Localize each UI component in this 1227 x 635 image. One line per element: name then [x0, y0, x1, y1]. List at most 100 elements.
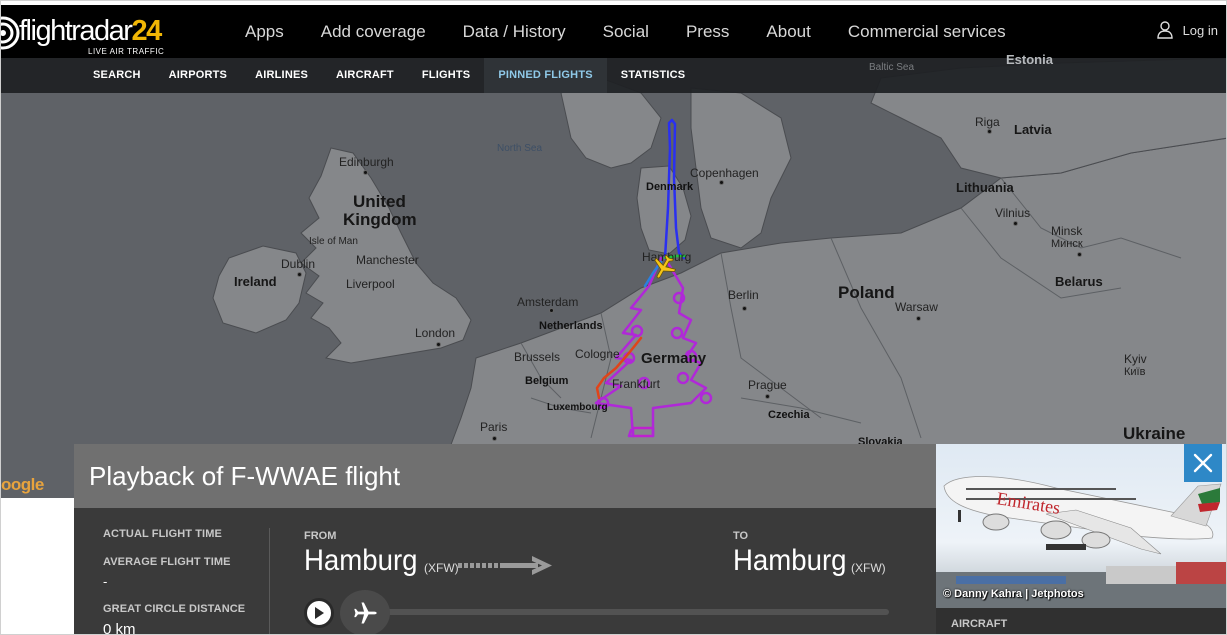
map-label-ireland: Ireland: [234, 274, 277, 289]
user-icon: [1156, 21, 1173, 39]
nav-add-coverage[interactable]: Add coverage: [321, 22, 426, 42]
to-iata: (XFW): [851, 561, 886, 575]
login-button[interactable]: Log in: [1156, 21, 1218, 39]
map-label-baltic-sea: Baltic Sea: [869, 62, 915, 73]
subnav-flights[interactable]: FLIGHTS: [408, 58, 484, 93]
nav-apps[interactable]: Apps: [245, 22, 284, 42]
map-label-berlin: Berlin: [728, 288, 759, 302]
playback-body: ACTUAL FLIGHT TIME AVERAGE FLIGHT TIME -…: [74, 508, 936, 635]
map-label-kyiv-cyrillic: Київ: [1124, 366, 1146, 378]
google-watermark: oogle: [1, 475, 44, 494]
from-label: FROM: [304, 530, 337, 542]
map-label-vilnius: Vilnius: [995, 206, 1031, 220]
map-label-riga: Riga: [975, 115, 1000, 129]
subnav-airports[interactable]: AIRPORTS: [155, 58, 241, 93]
map-label-liverpool: Liverpool: [346, 277, 395, 291]
stat-value: [103, 546, 245, 552]
map-label-isle-of-man: Isle of Man: [309, 236, 358, 247]
from-iata: (XFW): [424, 561, 459, 575]
map-label-edinburgh: Edinburgh: [339, 155, 394, 169]
photo-credit[interactable]: © Danny Kahra | Jetphotos: [943, 588, 1084, 600]
to-label: TO: [733, 530, 749, 542]
playback-header: Playback of F-WWAE flight: [74, 444, 936, 508]
subnav-statistics[interactable]: STATISTICS: [607, 58, 700, 93]
aircraft-section-label: AIRCRAFT: [951, 618, 1008, 630]
nav-data-history[interactable]: Data / History: [463, 22, 566, 42]
logo-tagline: LIVE AIR TRAFFIC: [88, 47, 165, 56]
map-label-frankfurt: Frankfurt: [612, 377, 661, 391]
play-icon: [315, 607, 324, 619]
stat-value: -: [103, 574, 108, 589]
playback-progress-handle[interactable]: [340, 590, 390, 634]
playback-panel: Playback of F-WWAE flight ACTUAL FLIGHT …: [74, 444, 936, 635]
map-city-dot: [1013, 221, 1018, 226]
map-label-ukraine: Ukraine: [1123, 424, 1186, 443]
login-label: Log in: [1182, 22, 1218, 38]
map-label-denmark: Denmark: [646, 181, 694, 193]
map-label-kyiv: Kyiv: [1124, 352, 1147, 366]
radar-logo-icon: [1, 16, 20, 50]
airplane-icon: [354, 602, 377, 624]
map-view[interactable]: North Sea Riga Latvia Edinburgh Denmark …: [1, 58, 1226, 498]
stat-great-circle-distance: GREAT CIRCLE DISTANCE 0 km: [103, 603, 246, 635]
main-nav: Apps Add coverage Data / History Social …: [245, 5, 1043, 58]
flightradar24-logo[interactable]: flightradar24 LIVE AIR TRAFFIC: [1, 9, 171, 56]
logo-wordmark: flightradar24: [19, 15, 162, 47]
map-city-dot: [436, 342, 441, 347]
map-city-dot: [1077, 252, 1082, 257]
close-button[interactable]: [1184, 444, 1222, 482]
map-label-kingdom: Kingdom: [343, 210, 417, 229]
map-label-czechia: Czechia: [768, 409, 810, 421]
flight-stats: ACTUAL FLIGHT TIME AVERAGE FLIGHT TIME -…: [103, 528, 246, 635]
map-city-dot: [916, 316, 921, 321]
sub-navigation-bar: SEARCH AIRPORTS AIRLINES AIRCRAFT FLIGHT…: [1, 52, 1226, 93]
to-city: Hamburg: [733, 544, 847, 577]
subnav-aircraft[interactable]: AIRCRAFT: [322, 58, 408, 93]
play-button[interactable]: [304, 598, 334, 628]
stat-label: ACTUAL FLIGHT TIME: [103, 528, 222, 540]
subnav-search[interactable]: SEARCH: [79, 58, 155, 93]
map-city-dot: [742, 306, 747, 311]
map-label-netherlands: Netherlands: [539, 320, 603, 332]
playback-title: Playback of F-WWAE flight: [89, 461, 401, 491]
nav-press[interactable]: Press: [686, 22, 729, 42]
flightradar-window: North Sea Riga Latvia Edinburgh Denmark …: [0, 0, 1227, 635]
map-city-dot: [765, 394, 770, 399]
map-label-estonia: Estonia: [1006, 52, 1053, 67]
map-label-belarus: Belarus: [1055, 274, 1103, 289]
nav-commercial-services[interactable]: Commercial services: [848, 22, 1006, 42]
aircraft-section-header: AIRCRAFT: [936, 608, 1226, 634]
map-city-dot: [492, 436, 497, 441]
map-label-manchester: Manchester: [356, 253, 419, 267]
stat-actual-flight-time: ACTUAL FLIGHT TIME: [103, 528, 245, 552]
route-arrow-icon: [458, 556, 552, 575]
map-label-london: London: [415, 326, 456, 340]
map-city-dot: [297, 272, 302, 277]
stat-value: 0 km: [103, 621, 136, 635]
airplane-icon: [654, 254, 677, 279]
map-label-germany: Germany: [641, 350, 707, 367]
map-city-dot: [549, 308, 554, 313]
map-label-luxembourg: Luxembourg: [547, 402, 608, 413]
playback-progress-track[interactable]: [350, 609, 889, 615]
map-city-dot: [719, 180, 724, 185]
stat-average-flight-time: AVERAGE FLIGHT TIME -: [103, 556, 245, 589]
subnav-airlines[interactable]: AIRLINES: [241, 58, 322, 93]
map-label-minsk-cyrillic: Минск: [1051, 238, 1083, 250]
nav-social[interactable]: Social: [603, 22, 649, 42]
map-city-dot: [987, 129, 992, 134]
subnav-pinned-flights[interactable]: PINNED FLIGHTS: [484, 58, 607, 93]
map-label-poland: Poland: [838, 283, 895, 302]
stat-label: GREAT CIRCLE DISTANCE: [103, 603, 246, 615]
nav-about[interactable]: About: [766, 22, 810, 42]
map-label-minsk: Minsk: [1051, 224, 1083, 238]
map-label-north-sea: North Sea: [497, 143, 543, 154]
map-label-belgium: Belgium: [525, 375, 569, 387]
map-label-warsaw: Warsaw: [895, 300, 938, 314]
map-label-latvia: Latvia: [1014, 122, 1052, 137]
map-label-united: United: [353, 192, 406, 211]
stat-label: AVERAGE FLIGHT TIME: [103, 556, 231, 568]
map-label-prague: Prague: [748, 378, 787, 392]
map-label-copenhagen: Copenhagen: [690, 166, 759, 180]
map-city-dot: [363, 170, 368, 175]
